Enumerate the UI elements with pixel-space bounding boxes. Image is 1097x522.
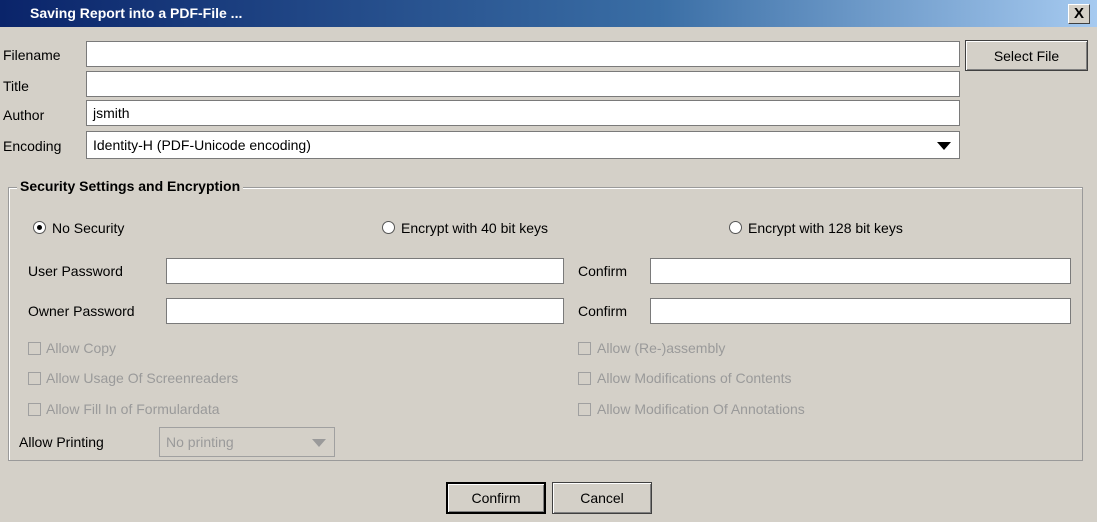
security-group-title: Security Settings and Encryption [17, 178, 244, 194]
allow-annotations-checkbox[interactable] [578, 403, 591, 416]
owner-confirm-field[interactable] [650, 298, 1071, 324]
allow-printing-select[interactable]: No printing [159, 427, 335, 457]
owner-password-field[interactable] [166, 298, 564, 324]
author-label: Author [3, 107, 45, 123]
cancel-button[interactable]: Cancel [552, 482, 652, 514]
encrypt-128-label[interactable]: Encrypt with 128 bit keys [748, 220, 903, 236]
owner-confirm-label: Confirm [578, 303, 628, 319]
allow-copy-checkbox[interactable] [28, 342, 41, 355]
encrypt-128-radio[interactable] [729, 221, 742, 234]
allow-printing-label: Allow Printing [19, 434, 104, 450]
radio-selected-dot [37, 225, 42, 230]
author-field[interactable]: jsmith [86, 100, 960, 126]
user-password-field[interactable] [166, 258, 564, 284]
filename-field[interactable] [86, 41, 960, 67]
encrypt-40-label[interactable]: Encrypt with 40 bit keys [401, 220, 548, 236]
no-security-label[interactable]: No Security [52, 220, 124, 236]
chevron-down-icon[interactable] [937, 142, 951, 150]
allow-modifications-label: Allow Modifications of Contents [597, 370, 792, 386]
allow-screenreaders-label: Allow Usage Of Screenreaders [46, 370, 239, 386]
allow-copy-label: Allow Copy [46, 340, 117, 356]
filename-label: Filename [3, 47, 61, 63]
encoding-selected-value: Identity-H (PDF-Unicode encoding) [93, 137, 311, 153]
user-confirm-label: Confirm [578, 263, 628, 279]
no-security-radio[interactable] [33, 221, 46, 234]
allow-reassembly-label: Allow (Re-)assembly [597, 340, 726, 356]
encoding-label: Encoding [3, 138, 62, 154]
encrypt-40-radio[interactable] [382, 221, 395, 234]
window-title: Saving Report into a PDF-File ... [30, 5, 243, 21]
allow-fill-in-checkbox[interactable] [28, 403, 41, 416]
allow-fill-in-label: Allow Fill In of Formulardata [46, 401, 220, 417]
allow-annotations-label: Allow Modification Of Annotations [597, 401, 805, 417]
title-field[interactable] [86, 71, 960, 97]
allow-screenreaders-checkbox[interactable] [28, 372, 41, 385]
owner-password-label: Owner Password [28, 303, 135, 319]
user-confirm-field[interactable] [650, 258, 1071, 284]
user-password-label: User Password [28, 263, 123, 279]
close-button[interactable]: X [1068, 4, 1090, 24]
chevron-down-icon [312, 439, 326, 447]
allow-reassembly-checkbox[interactable] [578, 342, 591, 355]
encoding-select[interactable]: Identity-H (PDF-Unicode encoding) [86, 131, 960, 159]
title-label: Title [3, 78, 29, 94]
confirm-button[interactable]: Confirm [446, 482, 546, 514]
allow-modifications-checkbox[interactable] [578, 372, 591, 385]
select-file-button[interactable]: Select File [965, 40, 1088, 71]
allow-printing-value: No printing [166, 434, 234, 450]
